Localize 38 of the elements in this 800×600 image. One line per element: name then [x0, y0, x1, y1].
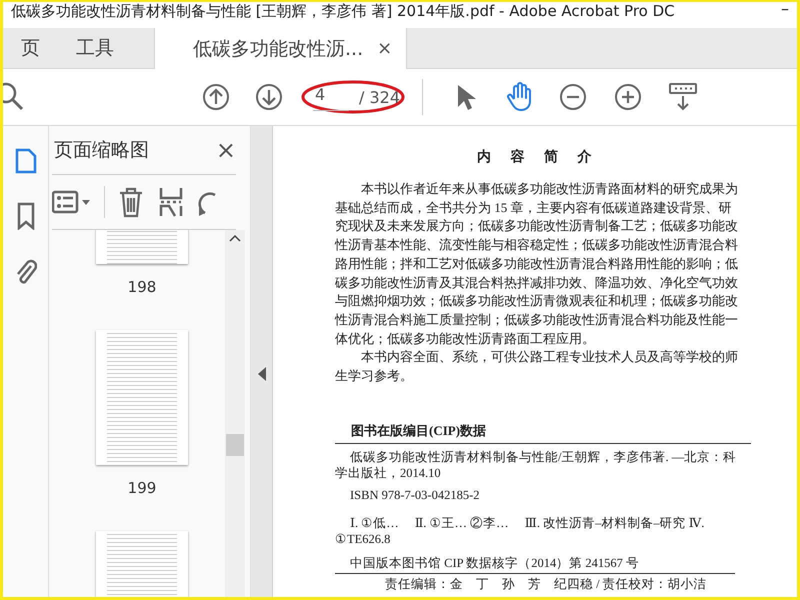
scroll-mode-icon[interactable]	[669, 82, 698, 112]
panel-title: 页面缩略图	[54, 138, 149, 163]
paragraph: 本书以作者近年来从事低碳多功能改性沥青路面材料的研究成果为基础总结而成，全书共分为 15 章，主要内容有低碳道路建设背景、研究现状及未来发展方向；低碳多功能改性沥青制备工艺；低碳多功能改性沥青基本性能、流变性能与相容稳定性；低碳多功能改性沥青混合料路用性能；拌和工艺对低碳多功能改性沥青混合料路用性能的影响；低碳多功能改性沥青及其混合料热拌减排功效、降温功效、净化空气功效与阻燃抑烟功效；低碳多功能改性沥青微观表征和机理；低碳多功能改性沥青混合料施工质量控制；低碳多功能改性沥青混合料功能及性能一体优化；低碳多功能改性沥青路面工程应用。	[335, 180, 739, 348]
close-tab-button[interactable]: ×	[377, 38, 392, 59]
tab[interactable]: 页	[3, 28, 58, 68]
trash-icon[interactable]	[117, 186, 145, 218]
minimize-button[interactable]: –	[781, 2, 789, 18]
cip-note: 中国版本图书馆 CIP 数据核字（2014）第 241567 号	[335, 554, 735, 574]
paragraph: 本书内容全面、系统，可供公路工程专业技术人员及高等学校的师生学习参考。	[335, 348, 739, 386]
cip-line: 低碳多功能改性沥青材料制备与性能/王朝辉，李彦伟著. —北京：科学出版社，2014.10	[335, 448, 738, 481]
search-icon[interactable]	[3, 82, 26, 112]
chevron-up-icon[interactable]	[229, 234, 241, 242]
zoom-in-icon[interactable]	[614, 83, 642, 111]
page-count: / 324	[359, 88, 400, 106]
cip-heading: 图书在版编目(CIP)数据	[335, 422, 751, 444]
cip-line: Ⅰ. ①低… Ⅱ. ①王… ②李… Ⅲ. 改性沥青–材料制备–研究 Ⅳ. ①TE626.8	[335, 514, 706, 547]
next-page-icon[interactable]	[255, 83, 283, 111]
page-number-label: 199	[128, 479, 156, 497]
scrollbar-thumb[interactable]	[226, 434, 244, 456]
close-panel-button[interactable]: ×	[216, 136, 236, 164]
page-number-label: 198	[128, 278, 156, 296]
tab[interactable]: 低碳多功能改性沥... ×	[154, 28, 408, 69]
paperclip-icon[interactable]	[14, 258, 36, 286]
previous-page-icon[interactable]	[202, 83, 230, 111]
split-page-icon[interactable]	[159, 186, 183, 218]
page-thumbnail[interactable]	[96, 330, 188, 465]
page-thumbnail[interactable]	[96, 230, 188, 264]
page-thumbnails-icon[interactable]	[14, 148, 38, 174]
bookmark-icon[interactable]	[16, 202, 36, 230]
window-title: 低碳多功能改性沥青材料制备与性能 [王朝辉，李彦伟 著] 2014年版.pdf - Adobe Acrobat Pro DC	[11, 2, 675, 20]
cip-line: ISBN 978-7-03-042185-2	[349, 486, 481, 503]
page-number-field[interactable]: 4	[313, 83, 349, 111]
scrollbar[interactable]	[225, 230, 245, 597]
section-heading: 内 容 简 介	[476, 148, 600, 166]
zoom-out-icon[interactable]	[559, 83, 588, 111]
tab[interactable]: 工具	[58, 28, 132, 68]
credits-line: 责任编辑：金 丁 孙 芳 纪四稳 / 责任校对：胡小洁	[384, 576, 708, 592]
collapse-icon[interactable]	[258, 366, 266, 380]
